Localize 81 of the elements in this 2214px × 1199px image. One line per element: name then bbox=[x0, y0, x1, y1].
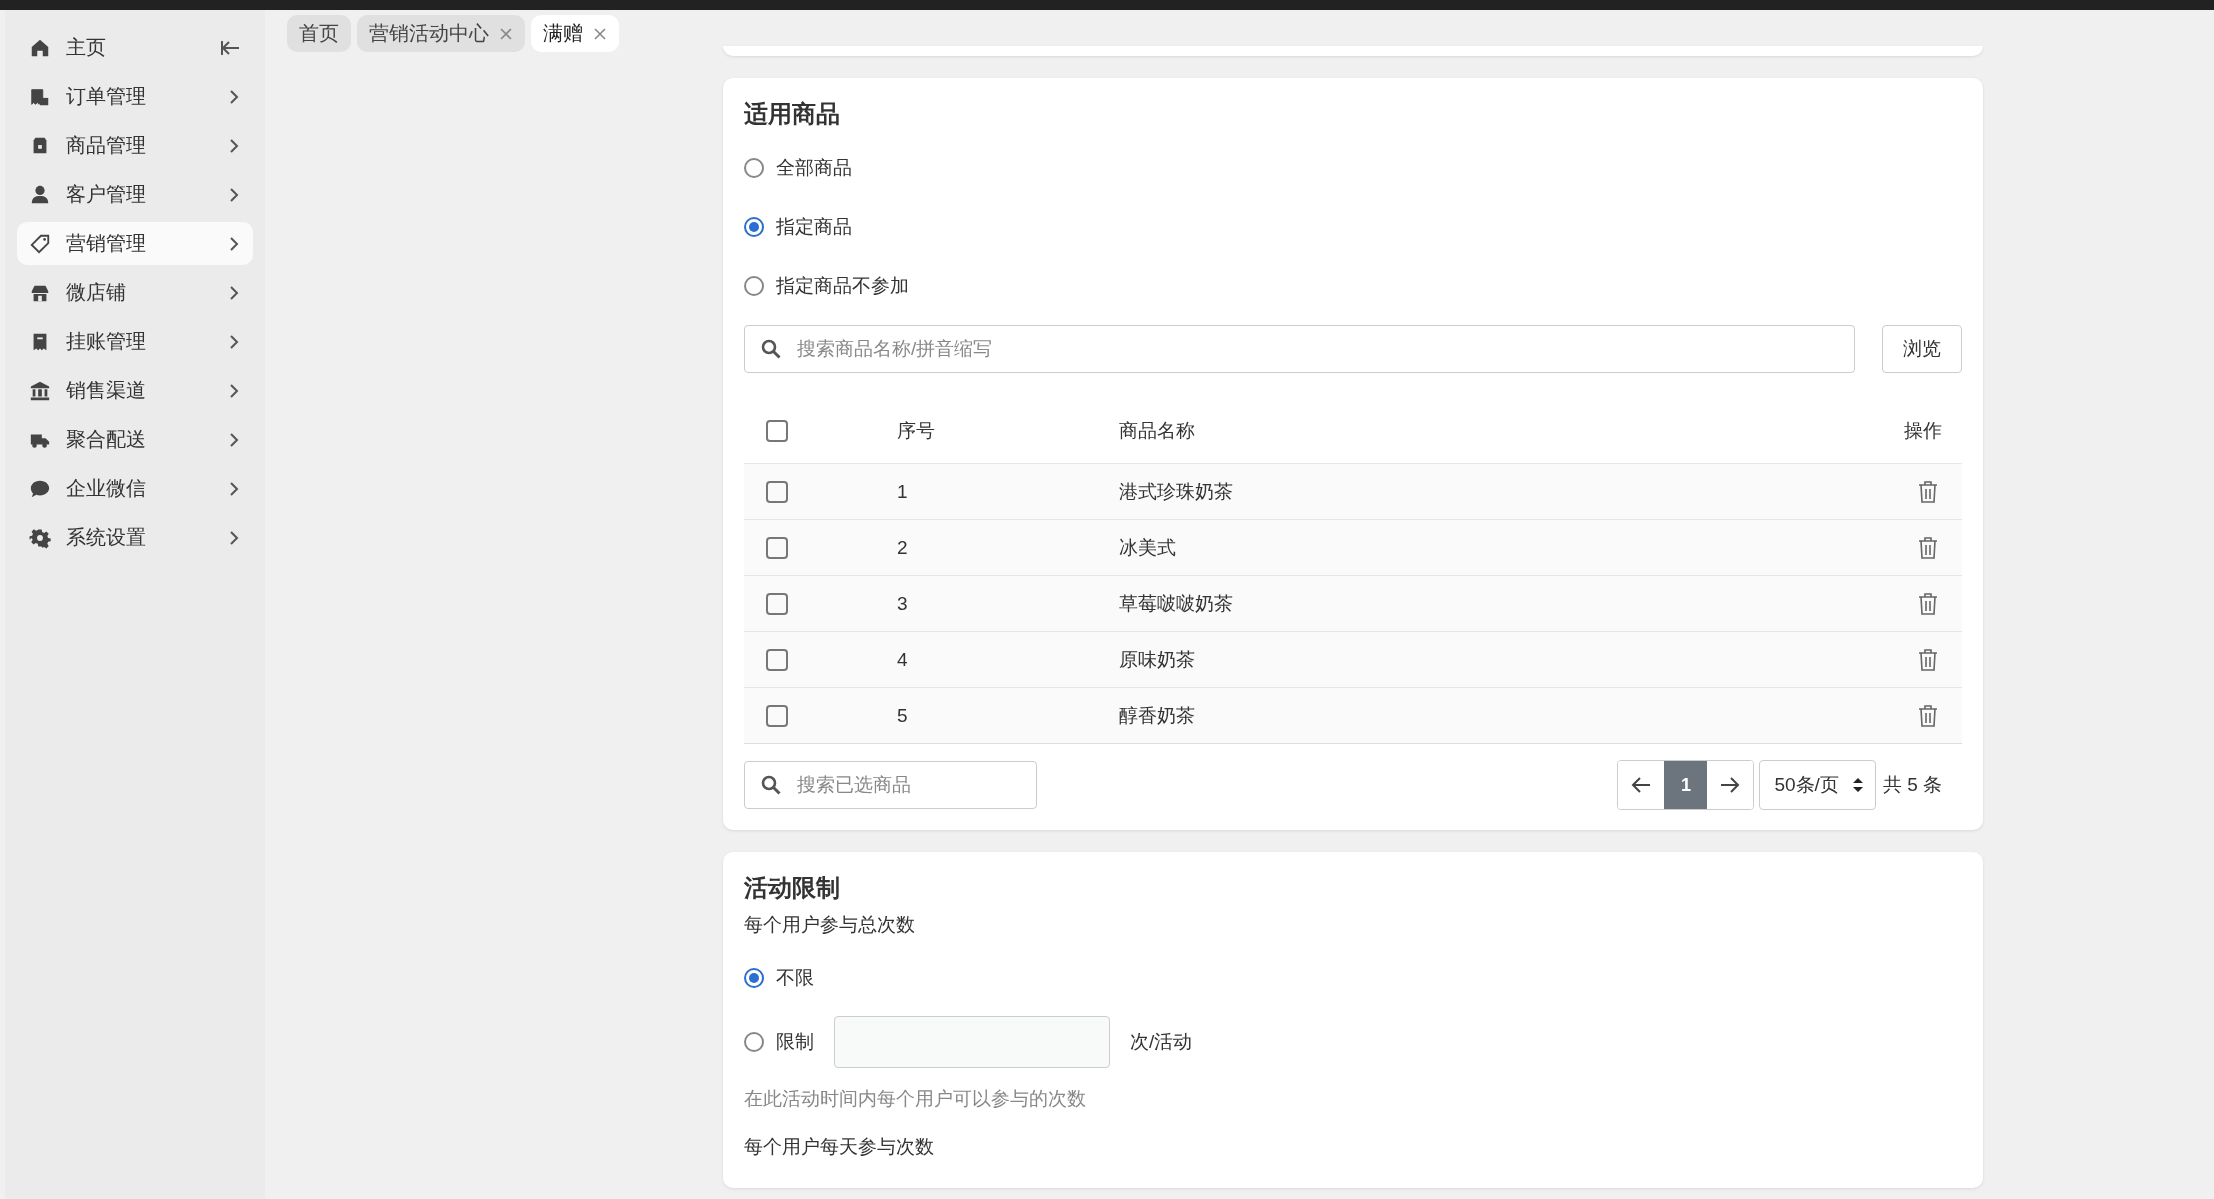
sort-icon bbox=[1852, 777, 1863, 793]
section-title: 适用商品 bbox=[744, 99, 841, 129]
page-button[interactable]: 1 bbox=[1664, 761, 1708, 809]
sidebar-item[interactable]: 企业微信 bbox=[17, 467, 253, 510]
tab[interactable]: 营销活动中心 bbox=[357, 15, 525, 52]
checkbox[interactable] bbox=[766, 480, 788, 503]
chevron-right-icon bbox=[227, 479, 241, 498]
trash-icon[interactable] bbox=[1918, 479, 1938, 504]
checkbox[interactable] bbox=[766, 704, 788, 727]
table-cell: 原味奶茶 bbox=[1119, 648, 1195, 670]
tab[interactable]: 满赠 bbox=[531, 15, 619, 52]
sidebar-item[interactable]: 主页 bbox=[17, 26, 253, 69]
sidebar-item[interactable]: 客户管理 bbox=[17, 173, 253, 216]
chevron-right-icon bbox=[227, 528, 241, 547]
sidebar-item[interactable]: 营销管理 bbox=[17, 222, 253, 265]
sidebar-item[interactable]: 微店铺 bbox=[17, 271, 253, 314]
section-title: 活动限制 bbox=[744, 873, 841, 903]
chevron-right-icon bbox=[227, 234, 241, 253]
column-header: 序号 bbox=[897, 420, 935, 441]
menu-icon bbox=[29, 379, 51, 402]
table-cell: 1 bbox=[897, 480, 908, 502]
trash-icon[interactable] bbox=[1918, 703, 1938, 728]
trash-icon[interactable] bbox=[1918, 647, 1938, 672]
input-field[interactable] bbox=[834, 1016, 1110, 1068]
search-field[interactable]: 搜索已选商品 bbox=[744, 761, 1037, 809]
search-icon bbox=[760, 338, 782, 360]
chevron-right-icon bbox=[227, 283, 241, 302]
table-cell: 醇香奶茶 bbox=[1119, 704, 1195, 726]
radio-button[interactable] bbox=[744, 157, 764, 178]
checkbox[interactable] bbox=[766, 592, 788, 615]
radio-label: 限制 bbox=[776, 1030, 814, 1054]
total-count: 共 5 条 bbox=[1882, 773, 1942, 797]
radio-label: 指定商品 bbox=[776, 214, 852, 239]
sidebar-item[interactable]: 订单管理 bbox=[17, 75, 253, 118]
unit-label: 次/活动 bbox=[1130, 1030, 1193, 1054]
chevron-right-icon bbox=[227, 430, 241, 449]
search-icon bbox=[760, 774, 782, 796]
checkbox[interactable] bbox=[766, 536, 788, 559]
menu-icon bbox=[29, 183, 51, 206]
chevron-right-icon bbox=[227, 87, 241, 106]
trash-icon[interactable] bbox=[1918, 591, 1938, 616]
field-label: 每个用户每天参与次数 bbox=[744, 1135, 935, 1159]
chevron-right-icon bbox=[227, 381, 241, 400]
sidebar-item[interactable]: 聚合配送 bbox=[17, 418, 253, 461]
close-icon[interactable] bbox=[499, 26, 513, 41]
table-cell: 4 bbox=[897, 648, 908, 670]
checkbox[interactable] bbox=[766, 648, 788, 671]
table-cell: 2 bbox=[897, 536, 908, 558]
sidebar-item[interactable]: 商品管理 bbox=[17, 124, 253, 167]
table-cell: 草莓啵啵奶茶 bbox=[1119, 592, 1233, 614]
hint-text: 在此活动时间内每个用户可以参与的次数 bbox=[744, 1087, 1087, 1111]
column-header: 操作 bbox=[1904, 420, 1942, 441]
sidebar-item[interactable]: 挂账管理 bbox=[17, 320, 253, 363]
arrow-left-icon bbox=[1631, 776, 1652, 794]
checkbox[interactable] bbox=[766, 420, 788, 442]
sidebar-item[interactable]: 销售渠道 bbox=[17, 369, 253, 412]
radio-button[interactable] bbox=[744, 968, 764, 988]
sidebar-item[interactable]: 系统设置 bbox=[17, 516, 253, 559]
close-icon[interactable] bbox=[593, 26, 607, 41]
radio-label: 全部商品 bbox=[776, 155, 852, 180]
browse-button[interactable]: 浏览 bbox=[1882, 325, 1962, 373]
menu-icon bbox=[29, 232, 51, 255]
tab[interactable]: 首页 bbox=[287, 15, 351, 52]
radio-button[interactable] bbox=[744, 216, 764, 237]
column-header: 商品名称 bbox=[1119, 420, 1195, 441]
table-cell: 港式珍珠奶茶 bbox=[1119, 480, 1233, 502]
chevron-right-icon bbox=[227, 136, 241, 155]
field-label: 每个用户参与总次数 bbox=[744, 913, 916, 937]
table-cell: 冰美式 bbox=[1119, 536, 1176, 558]
search-field[interactable]: 搜索商品名称/拼音缩写 bbox=[744, 325, 1855, 373]
table-cell: 3 bbox=[897, 592, 908, 614]
arrow-right-icon bbox=[1720, 776, 1741, 794]
chevron-right-icon bbox=[227, 185, 241, 204]
table-cell: 5 bbox=[897, 704, 908, 726]
chevron-right-icon bbox=[227, 332, 241, 351]
radio-button[interactable] bbox=[744, 275, 764, 296]
page-size-select[interactable]: 50条/页 bbox=[1759, 760, 1876, 810]
radio-label: 指定商品不参加 bbox=[776, 273, 909, 298]
radio-button[interactable] bbox=[744, 1032, 764, 1052]
radio-label: 不限 bbox=[776, 966, 814, 990]
trash-icon[interactable] bbox=[1918, 535, 1938, 560]
